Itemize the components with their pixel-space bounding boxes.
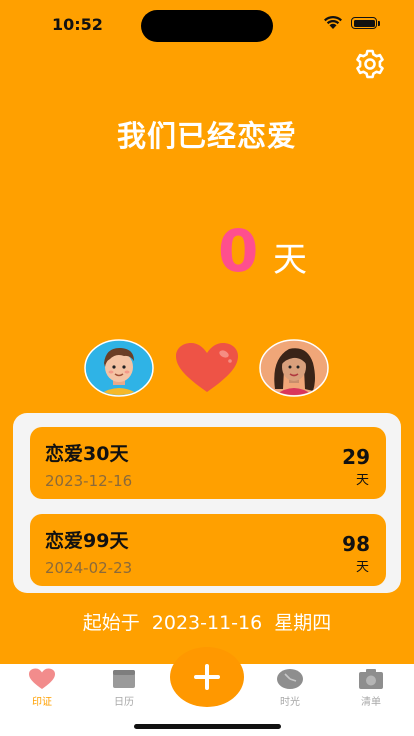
page-title: 我们已经恋爱 [116,119,297,153]
anniversary-days-left: 29 [342,445,370,469]
start-date-line[interactable]: 起始于 2023-11-16 星期四 [0,608,414,635]
boy-avatar[interactable] [84,339,154,397]
anniversary-card[interactable]: 恋爱30天 2023-12-16 29 天 [30,427,386,499]
status-bar: 10:52 [0,0,414,50]
anniversary-days-unit: 天 [355,560,369,575]
heart-icon [176,343,238,392]
add-button[interactable] [170,647,244,707]
anniversary-days-left: 98 [342,532,370,556]
dynamic-island [141,10,273,42]
girl-avatar[interactable] [259,339,329,397]
tab-label: 印证 [32,697,52,708]
day-count-unit: 天 [273,240,307,280]
status-time: 10:52 [52,15,103,34]
anniversary-title: 恋爱99天 [45,530,129,552]
anniversary-card[interactable]: 恋爱99天 2024-02-23 98 天 [30,514,386,586]
plus-icon-vertical [205,664,209,690]
start-date-prefix: 起始于 [82,612,140,634]
tab-timeline[interactable]: 时光 [250,664,330,714]
tab-proof[interactable]: 印证 [2,664,82,714]
anniversary-days-unit: 天 [355,473,369,488]
tab-list[interactable]: 清单 [331,664,411,714]
heart-icon [29,668,55,689]
anniversary-date: 2023-12-16 [45,472,133,490]
calendar-icon [113,670,135,688]
day-count: 0 [218,217,259,285]
tab-label: 日历 [114,697,134,708]
start-weekday: 星期四 [274,612,332,634]
anniversary-date: 2024-02-23 [45,559,133,577]
tab-calendar[interactable]: 日历 [84,664,164,714]
camera-icon [359,669,383,689]
start-date: 2023-11-16 [151,612,263,634]
day-counter: 0 天 [0,216,414,296]
tab-label: 时光 [280,697,300,708]
tab-label: 清单 [361,697,381,708]
clock-icon [277,669,303,689]
battery-tip [378,21,380,26]
home-indicator [134,724,281,729]
battery-icon [351,17,377,29]
gear-icon[interactable] [352,46,388,82]
wifi-icon [324,15,342,29]
anniversary-title: 恋爱30天 [45,443,129,465]
